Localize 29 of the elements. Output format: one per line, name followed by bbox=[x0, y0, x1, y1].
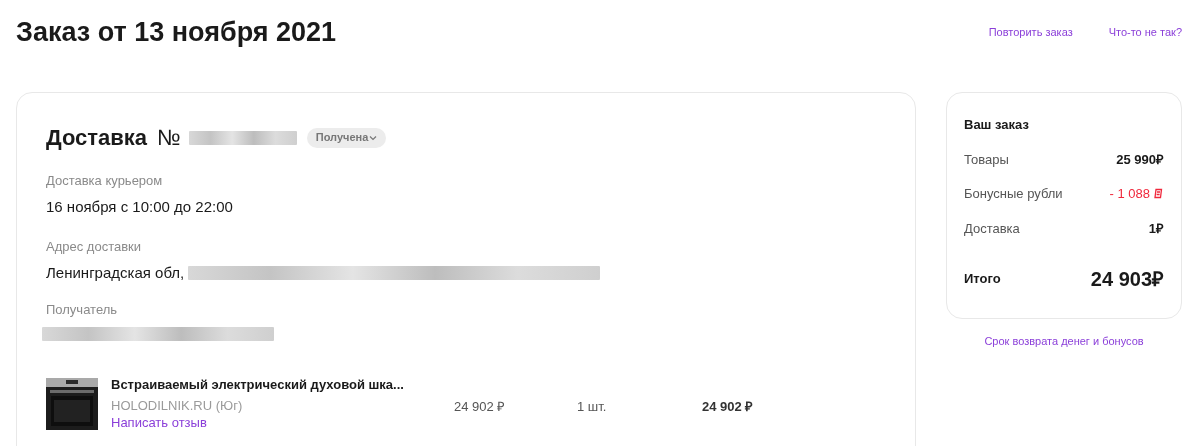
total-label: Итого bbox=[964, 270, 1001, 289]
summary-value: 1₽ bbox=[1148, 219, 1164, 238]
bonus-icon bbox=[1153, 188, 1164, 200]
summary-title: Ваш заказ bbox=[964, 116, 1030, 134]
summary-label: Бонусные рубли bbox=[964, 185, 1063, 203]
quantity: 1 шт. bbox=[577, 397, 608, 416]
header-link[interactable]: Что-то не так? bbox=[1108, 23, 1182, 41]
field-value: Ленинградская обл, bbox=[46, 262, 185, 283]
refund-link[interactable]: Срок возврата денег и бонусов bbox=[946, 333, 1182, 350]
delivery-heading: Доставка bbox=[46, 124, 148, 152]
review-link[interactable]: Написать отзыв bbox=[111, 414, 441, 431]
chevron-icon bbox=[369, 134, 378, 141]
total-value: 24 903₽ bbox=[1090, 267, 1164, 292]
field-label: Адрес доставки bbox=[46, 238, 143, 256]
status-dropdown[interactable]: Получена bbox=[306, 127, 387, 148]
line-total: 24 902 ₽ bbox=[702, 397, 754, 416]
summary-label: Доставка bbox=[964, 219, 1020, 238]
field-label: Доставка курьером bbox=[46, 172, 164, 190]
product-name[interactable]: Встраиваемый электрический духовой шка... bbox=[111, 374, 441, 394]
field-label: Получатель bbox=[46, 301, 119, 319]
seller-name: HOLODILNIK.RU (Юг) bbox=[111, 397, 244, 414]
summary-label: Товары bbox=[964, 150, 1009, 169]
field-value: 16 ноября с 10:00 до 22:00 bbox=[46, 196, 234, 217]
unit-price: 24 902 ₽ bbox=[454, 397, 507, 416]
summary-value: - 1 088 bbox=[1109, 185, 1150, 203]
page-title: Заказ от 13 ноября 2021 bbox=[16, 15, 337, 49]
number-sign: № bbox=[157, 124, 181, 152]
header-link[interactable]: Повторить заказ bbox=[988, 23, 1073, 41]
summary-value: 25 990₽ bbox=[1116, 150, 1164, 169]
